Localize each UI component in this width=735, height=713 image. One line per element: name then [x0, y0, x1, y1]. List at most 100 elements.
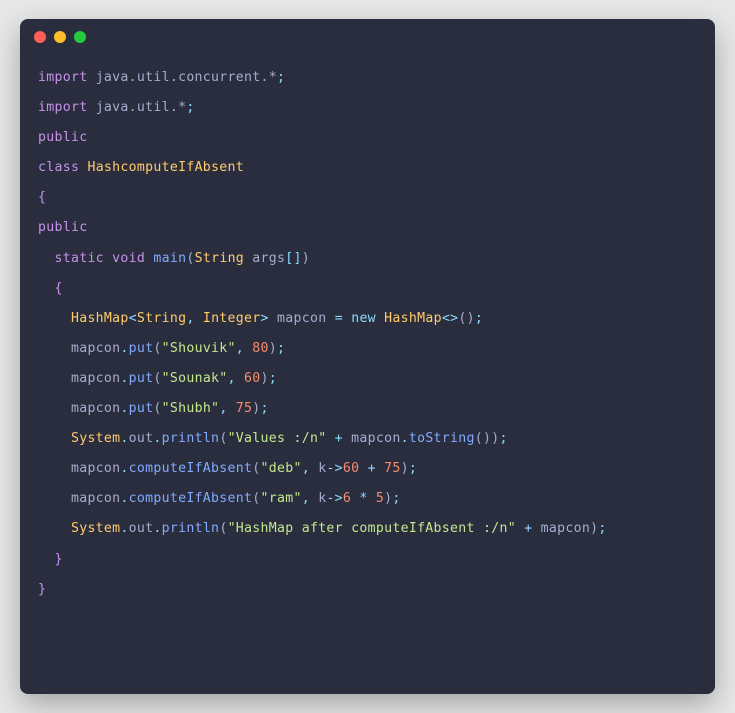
rparen: ): [261, 371, 269, 386]
dot: .: [120, 521, 128, 536]
identifier: out: [129, 431, 154, 446]
number-literal: 75: [236, 401, 252, 416]
keyword-static: static: [54, 251, 103, 266]
lparen: (: [252, 491, 260, 506]
plus: +: [516, 521, 541, 536]
open-brace: {: [54, 281, 62, 296]
number-literal: 80: [252, 341, 268, 356]
class-name: HashcomputeIfAbsent: [87, 160, 244, 175]
lparen: (: [219, 431, 227, 446]
comma: ,: [302, 491, 318, 506]
identifier: out: [129, 521, 154, 536]
code-window: import java.util.concurrent.*; import ja…: [20, 19, 715, 694]
lparen: (: [153, 371, 161, 386]
number-literal: 6: [343, 491, 351, 506]
dot: .: [401, 431, 409, 446]
identifier: mapcon: [71, 401, 120, 416]
minimize-icon[interactable]: [54, 31, 66, 43]
semicolon: ;: [500, 431, 508, 446]
parens: (): [475, 431, 491, 446]
generic-type: Integer: [203, 311, 261, 326]
string-literal: "Sounak": [162, 371, 228, 386]
method-put: put: [129, 371, 154, 386]
comma: ,: [219, 401, 235, 416]
keyword-import: import: [38, 70, 87, 85]
comma: ,: [186, 311, 202, 326]
identifier: mapcon: [351, 431, 400, 446]
identifier: mapcon: [71, 491, 120, 506]
close-icon[interactable]: [34, 31, 46, 43]
method-put: put: [129, 401, 154, 416]
method-compute: computeIfAbsent: [129, 461, 253, 476]
lt: <: [129, 311, 137, 326]
lparen: (: [153, 341, 161, 356]
arrow: ->: [326, 461, 342, 476]
titlebar: [20, 19, 715, 55]
type-hashmap: HashMap: [71, 311, 129, 326]
semicolon: ;: [269, 371, 277, 386]
arrow: ->: [326, 491, 342, 506]
string-literal: "Shubh": [162, 401, 220, 416]
parens: (): [458, 311, 474, 326]
dot: .: [120, 461, 128, 476]
semicolon: ;: [186, 100, 194, 115]
identifier: mapcon: [71, 371, 120, 386]
rparen: ): [401, 461, 409, 476]
comma: ,: [228, 371, 244, 386]
number-literal: 5: [376, 491, 384, 506]
brackets: []: [285, 251, 301, 266]
number-literal: 75: [384, 461, 400, 476]
lparen: (: [219, 521, 227, 536]
keyword-class: class: [38, 160, 79, 175]
lparen: (: [153, 401, 161, 416]
dot: .: [120, 401, 128, 416]
string-literal: "HashMap after computeIfAbsent :/n": [228, 521, 516, 536]
method-compute: computeIfAbsent: [129, 491, 253, 506]
keyword-new: new: [351, 311, 376, 326]
code-content: import java.util.concurrent.*; import ja…: [20, 55, 715, 623]
comma: ,: [302, 461, 318, 476]
semicolon: ;: [475, 311, 483, 326]
comma: ,: [236, 341, 252, 356]
rparen: ): [302, 251, 310, 266]
method-tostring: toString: [409, 431, 475, 446]
type-system: System: [71, 521, 120, 536]
semicolon: ;: [409, 461, 417, 476]
close-brace: }: [54, 552, 62, 567]
generic-type: String: [137, 311, 186, 326]
string-literal: "ram": [261, 491, 302, 506]
dot: .: [120, 491, 128, 506]
keyword-public: public: [38, 130, 87, 145]
dot: .: [120, 371, 128, 386]
semicolon: ;: [598, 521, 606, 536]
gt: >: [261, 311, 269, 326]
string-literal: "Values :/n": [228, 431, 327, 446]
dot: .: [120, 341, 128, 356]
identifier: mapcon: [71, 461, 120, 476]
keyword-import: import: [38, 100, 87, 115]
type-hashmap: HashMap: [384, 311, 442, 326]
number-literal: 60: [244, 371, 260, 386]
multiply: *: [351, 491, 376, 506]
identifier: mapcon: [71, 341, 120, 356]
dot: .: [153, 521, 161, 536]
plus: +: [326, 431, 351, 446]
keyword-void: void: [112, 251, 145, 266]
identifier: args: [252, 251, 285, 266]
open-brace: {: [38, 190, 46, 205]
rparen: ): [252, 401, 260, 416]
identifier: mapcon: [541, 521, 590, 536]
keyword-public: public: [38, 220, 87, 235]
string-literal: "Shouvik": [162, 341, 236, 356]
plus: +: [359, 461, 384, 476]
maximize-icon[interactable]: [74, 31, 86, 43]
method-println: println: [162, 431, 220, 446]
dot: .: [153, 431, 161, 446]
close-brace: }: [38, 582, 46, 597]
identifier: mapcon: [277, 311, 326, 326]
semicolon: ;: [261, 401, 269, 416]
rparen: ): [269, 341, 277, 356]
method-name: main: [153, 251, 186, 266]
dot: .: [120, 431, 128, 446]
number-literal: 60: [343, 461, 359, 476]
